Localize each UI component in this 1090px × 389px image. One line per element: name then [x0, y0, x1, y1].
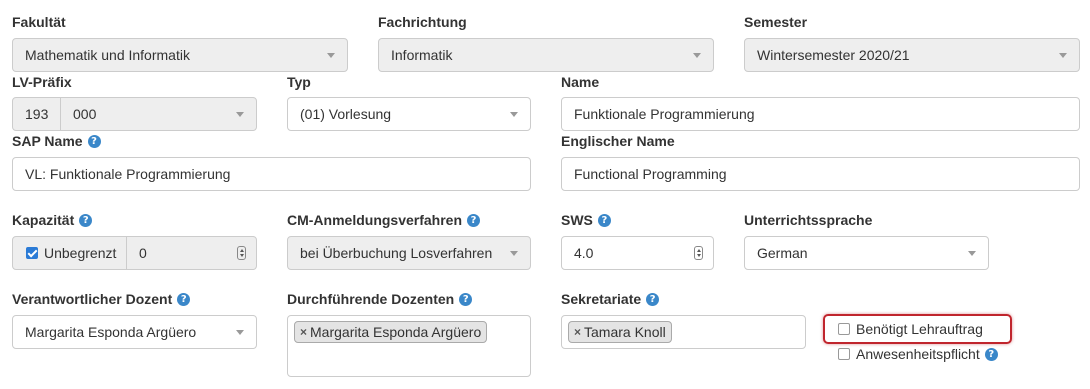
- help-icon[interactable]: ?: [984, 347, 998, 361]
- chevron-down-icon: [968, 251, 976, 256]
- lv-praefix-label: LV-Präfix: [12, 74, 72, 90]
- unterrichtssprache-label: Unterrichtssprache: [744, 212, 873, 228]
- help-icon[interactable]: ?: [87, 134, 101, 148]
- sws-label: SWS?: [561, 212, 611, 228]
- fakultaet-label: Fakultät: [12, 14, 66, 30]
- chevron-down-icon: [236, 112, 244, 117]
- help-icon[interactable]: ?: [597, 213, 611, 227]
- durchfuehrende-dozenten-label: Durchführende Dozenten?: [287, 291, 473, 307]
- chevron-down-icon: [510, 251, 518, 256]
- semester-label: Semester: [744, 14, 808, 30]
- verantwortlicher-dozent-label: Verantwortlicher Dozent?: [12, 291, 191, 307]
- name-input[interactable]: Funktionale Programmierung: [561, 97, 1080, 131]
- fachrichtung-label: Fachrichtung: [378, 14, 467, 30]
- lv-praefix-prefix: 193: [12, 97, 61, 131]
- remove-icon[interactable]: ×: [574, 325, 581, 339]
- sws-input[interactable]: 4.0: [561, 236, 714, 270]
- sekretariate-multiselect[interactable]: × Tamara Knoll: [561, 315, 806, 349]
- help-icon[interactable]: ?: [646, 292, 660, 306]
- lehrauftrag-checkbox-row[interactable]: Benötigt Lehrauftrag: [838, 321, 983, 337]
- typ-label: Typ: [287, 74, 311, 90]
- stepper-icon[interactable]: [237, 246, 246, 260]
- chevron-down-icon: [510, 112, 518, 117]
- cm-anmeldung-select[interactable]: bei Überbuchung Losverfahren: [287, 236, 531, 270]
- remove-icon[interactable]: ×: [300, 325, 307, 339]
- sap-name-input[interactable]: VL: Funktionale Programmierung: [12, 157, 531, 191]
- anwesenheit-checkbox-row[interactable]: Anwesenheitspflicht ?: [838, 346, 998, 362]
- unterrichtssprache-select[interactable]: German: [744, 236, 989, 270]
- anwesenheit-checkbox[interactable]: [838, 348, 850, 360]
- help-icon[interactable]: ?: [467, 213, 481, 227]
- durchfuehrende-dozenten-multiselect[interactable]: × Margarita Esponda Argüero: [287, 315, 531, 377]
- fachrichtung-select[interactable]: Informatik: [378, 38, 714, 72]
- typ-select[interactable]: (01) Vorlesung: [287, 97, 531, 131]
- help-icon[interactable]: ?: [79, 213, 93, 227]
- stepper-icon[interactable]: [694, 246, 703, 260]
- kapazitaet-unbegrenzt-addon[interactable]: Unbegrenzt: [12, 236, 127, 270]
- lv-praefix-select[interactable]: 000: [60, 97, 257, 131]
- fakultaet-select[interactable]: Mathematik und Informatik: [12, 38, 348, 72]
- lehrauftrag-checkbox[interactable]: [838, 323, 850, 335]
- sekretariate-label: Sekretariate?: [561, 291, 660, 307]
- chevron-down-icon: [693, 53, 701, 58]
- sekretariat-chip: × Tamara Knoll: [568, 321, 672, 343]
- chevron-down-icon: [236, 330, 244, 335]
- chevron-down-icon: [1059, 53, 1067, 58]
- help-icon[interactable]: ?: [177, 292, 191, 306]
- unbegrenzt-checkbox[interactable]: [26, 247, 38, 259]
- verantwortlicher-dozent-select[interactable]: Margarita Esponda Argüero: [12, 315, 257, 349]
- dozent-chip: × Margarita Esponda Argüero: [294, 321, 488, 343]
- kapazitaet-label: Kapazität?: [12, 212, 93, 228]
- semester-select[interactable]: Wintersemester 2020/21: [744, 38, 1080, 72]
- cm-anmeldung-label: CM-Anmeldungsverfahren?: [287, 212, 481, 228]
- sap-name-label: SAP Name?: [12, 133, 101, 149]
- chevron-down-icon: [327, 53, 335, 58]
- help-icon[interactable]: ?: [459, 292, 473, 306]
- englischer-name-label: Englischer Name: [561, 133, 675, 149]
- kapazitaet-input[interactable]: 0: [126, 236, 257, 270]
- englischer-name-input[interactable]: Functional Programming: [561, 157, 1080, 191]
- name-label: Name: [561, 74, 600, 90]
